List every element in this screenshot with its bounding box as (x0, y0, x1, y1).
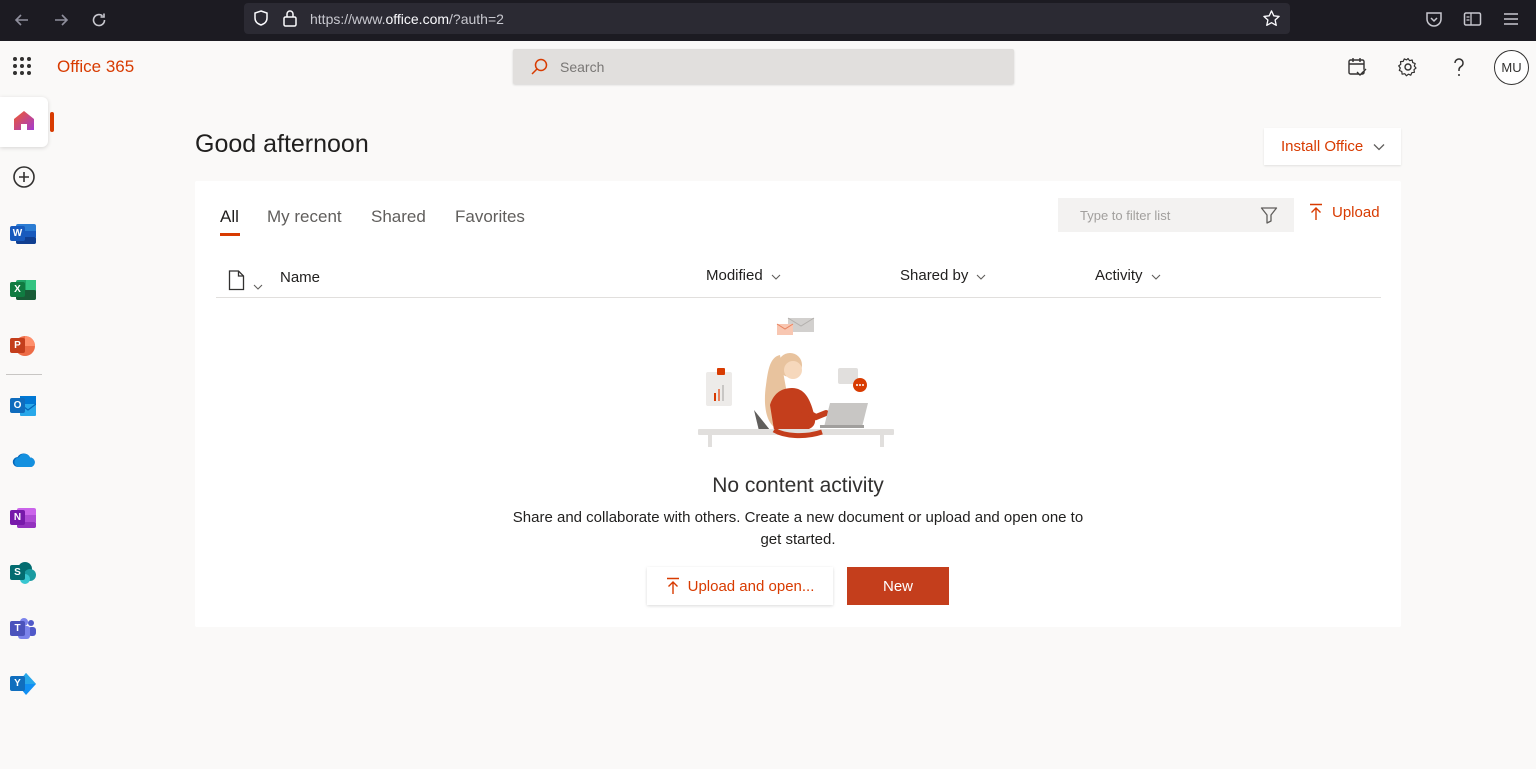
yammer-icon: Y (10, 673, 36, 695)
sharepoint-icon: S (10, 562, 36, 584)
filter-input[interactable]: Type to filter list (1058, 198, 1294, 232)
word-letter: W (10, 226, 25, 241)
shield-icon[interactable] (252, 9, 270, 27)
modified-column-header[interactable]: Modified (706, 267, 781, 284)
rail-item-excel[interactable]: X (0, 265, 48, 315)
search-input[interactable]: Search (513, 49, 1014, 84)
upload-and-open-label: Upload and open... (687, 577, 815, 595)
add-circle-icon (12, 165, 36, 194)
active-tab-indicator (220, 233, 240, 236)
rail-divider (6, 374, 42, 375)
forward-button[interactable] (49, 8, 73, 32)
word-icon: W (10, 223, 36, 245)
brand-title[interactable]: Office 365 (57, 57, 134, 77)
tab-my-recent[interactable]: My recent (267, 207, 342, 227)
search-placeholder: Search (560, 59, 605, 75)
name-column-label: Name (280, 269, 321, 286)
bookmark-star-icon[interactable] (1262, 9, 1281, 28)
excel-icon: X (10, 279, 36, 301)
rail-item-create[interactable] (0, 154, 48, 204)
help-icon[interactable] (1446, 54, 1472, 80)
rail-item-home[interactable] (0, 97, 48, 147)
yammer-letter: Y (10, 676, 25, 691)
name-column-header[interactable]: Name (280, 269, 320, 286)
rail-item-yammer[interactable]: Y (0, 659, 48, 709)
onenote-letter: N (10, 510, 25, 525)
browser-toolbar: https://www.office.com/?auth=2 (0, 0, 1536, 41)
rail-item-teams[interactable]: T (0, 604, 48, 654)
back-button[interactable] (10, 8, 34, 32)
rail-item-outlook[interactable]: O (0, 381, 48, 431)
search-icon (529, 57, 549, 82)
upload-and-open-button[interactable]: Upload and open... (647, 567, 833, 605)
rail-item-word[interactable]: W (0, 209, 48, 259)
outlook-icon: O (10, 395, 37, 417)
menu-icon[interactable] (1503, 10, 1519, 28)
suite-header: Office 365 Search MU (0, 41, 1536, 93)
url-prefix: https://www. (310, 11, 386, 27)
tab-favorites[interactable]: Favorites (455, 207, 525, 227)
chevron-down-icon (253, 277, 263, 294)
reload-button[interactable] (87, 8, 111, 32)
rail-item-sharepoint[interactable]: S (0, 548, 48, 598)
teams-icon: T (10, 618, 36, 640)
reader-view-icon[interactable] (1463, 10, 1482, 28)
empty-state-description: Share and collaborate with others. Creat… (512, 509, 1084, 548)
filter-placeholder: Type to filter list (1080, 208, 1171, 223)
shared-by-column-header[interactable]: Shared by (900, 267, 986, 284)
file-type-column-header[interactable] (228, 270, 263, 295)
powerpoint-icon: P (10, 335, 36, 357)
new-document-button[interactable]: New (847, 567, 949, 605)
chevron-down-icon (976, 267, 986, 284)
app-rail: W X P O N S T Y (0, 93, 54, 769)
avatar[interactable]: MU (1494, 50, 1529, 85)
rail-item-onenote[interactable]: N (0, 493, 48, 543)
active-indicator (50, 112, 54, 132)
sharepoint-letter: S (10, 565, 25, 580)
empty-state-illustration (698, 315, 898, 455)
activity-column-label: Activity (1095, 267, 1143, 284)
home-icon (12, 109, 36, 136)
upload-icon (1310, 203, 1322, 220)
pocket-icon[interactable] (1425, 10, 1443, 28)
chevron-down-icon (1373, 138, 1385, 155)
powerpoint-letter: P (10, 338, 25, 353)
chevron-down-icon (1151, 267, 1161, 284)
lock-icon[interactable] (282, 9, 298, 27)
address-bar[interactable]: https://www.office.com/?auth=2 (244, 3, 1290, 34)
url-domain: office.com (385, 11, 450, 27)
teams-letter: T (10, 621, 25, 636)
filter-icon[interactable] (1260, 206, 1278, 229)
chevron-down-icon (771, 267, 781, 284)
modified-column-label: Modified (706, 267, 763, 284)
tab-all[interactable]: All (220, 207, 239, 227)
tab-shared[interactable]: Shared (371, 207, 426, 227)
url-text: https://www.office.com/?auth=2 (310, 11, 504, 27)
outlook-letter: O (10, 398, 25, 413)
documents-card: All My recent Shared Favorites Type to f… (195, 181, 1401, 627)
upload-button[interactable]: Upload (1309, 203, 1380, 221)
excel-letter: X (10, 282, 25, 297)
url-suffix: /?auth=2 (449, 11, 504, 27)
rail-item-onedrive[interactable] (0, 437, 48, 487)
rail-item-powerpoint[interactable]: P (0, 321, 48, 371)
app-launcher-icon[interactable] (10, 54, 34, 78)
install-office-button[interactable]: Install Office (1264, 128, 1401, 165)
empty-state-title: No content activity (712, 474, 884, 497)
document-icon (228, 270, 245, 295)
new-label: New (882, 577, 913, 595)
header-divider (216, 297, 1381, 298)
my-day-icon[interactable] (1344, 54, 1370, 80)
shared-by-column-label: Shared by (900, 267, 969, 284)
activity-column-header[interactable]: Activity (1095, 267, 1161, 284)
install-office-label: Install Office (1281, 138, 1364, 155)
settings-gear-icon[interactable] (1395, 54, 1421, 80)
onedrive-icon (11, 451, 37, 474)
upload-icon (666, 577, 679, 594)
onenote-icon: N (10, 507, 36, 529)
upload-label: Upload (1332, 203, 1380, 221)
page-title: Good afternoon (195, 130, 369, 158)
